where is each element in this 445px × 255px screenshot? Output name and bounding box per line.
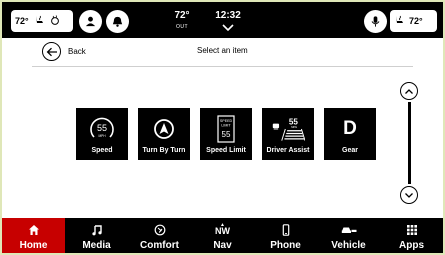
back-button[interactable]: Back	[42, 42, 86, 61]
nav-label: Home	[19, 240, 48, 251]
tile-speed-limit[interactable]: SPEED LIMIT 55 Speed Limit	[200, 108, 252, 160]
music-note-icon	[91, 223, 103, 236]
clock[interactable]: 12:32	[210, 10, 246, 21]
scroll-up-button[interactable]	[400, 82, 418, 100]
voice-command-button[interactable]	[364, 10, 387, 33]
heated-seat-passenger-icon	[394, 15, 405, 27]
nav-vehicle[interactable]: Vehicle	[317, 218, 380, 253]
tile-driver-assist[interactable]: 55 MPH Driver Assist	[262, 108, 314, 160]
nav-home[interactable]: Home	[2, 218, 65, 253]
status-bar: 72° 72° OUT 12:32 72°	[2, 2, 443, 38]
microphone-icon	[371, 16, 380, 27]
heated-steering-icon	[50, 15, 61, 27]
bell-icon	[112, 16, 123, 27]
nav-comfort[interactable]: Comfort	[128, 218, 191, 253]
speed-limit-sign-icon: SPEED LIMIT 55	[209, 113, 243, 145]
assist-value: 55	[289, 118, 298, 127]
nav-apps[interactable]: Apps	[380, 218, 443, 253]
vehicle-icon	[341, 223, 357, 236]
outside-temperature: 72° OUT	[167, 11, 197, 32]
comfort-icon	[154, 223, 166, 236]
nav-media[interactable]: Media	[65, 218, 128, 253]
nav-label: Media	[82, 240, 111, 251]
chevron-down-icon[interactable]	[221, 24, 235, 32]
back-arrow-icon	[42, 42, 61, 61]
passenger-climate-control[interactable]: 72°	[390, 10, 437, 32]
heated-seat-icon	[34, 15, 45, 27]
sign-mid: LIMIT	[221, 124, 231, 128]
nav-label: Phone	[270, 240, 301, 251]
nav-label: Nav	[213, 240, 232, 251]
assist-unit: MPH	[291, 125, 297, 129]
speedometer-icon: 55 MPH	[85, 113, 119, 145]
driver-assist-icon: 55 MPH	[271, 113, 305, 145]
nav-phone[interactable]: Phone	[254, 218, 317, 253]
chevron-down-icon	[405, 192, 413, 198]
sign-top: SPEED	[220, 119, 233, 123]
main-content: Back Select an item 55 MPH Speed Turn By…	[2, 38, 443, 218]
nav-label: Comfort	[140, 240, 179, 251]
item-tiles: 55 MPH Speed Turn By Turn SPEED LIMIT 55…	[76, 108, 376, 160]
tile-speed[interactable]: 55 MPH Speed	[76, 108, 128, 160]
driver-temp: 72°	[15, 16, 29, 26]
outside-temp-label: OUT	[175, 24, 189, 30]
gear-value: D	[343, 118, 357, 139]
passenger-temp: 72°	[409, 16, 423, 26]
header-divider	[32, 66, 413, 67]
outside-temp-value: 72°	[174, 10, 190, 21]
nav-label: Vehicle	[331, 240, 366, 251]
speed-unit: MPH	[98, 134, 106, 138]
navigation-arrow-icon	[147, 113, 181, 145]
phone-icon	[280, 223, 292, 236]
nav-nav[interactable]: ▲ NW Nav	[191, 218, 254, 253]
tile-label: Turn By Turn	[142, 147, 186, 154]
notifications-button[interactable]	[106, 10, 129, 33]
chevron-up-icon	[405, 88, 413, 94]
home-icon	[28, 223, 40, 236]
driver-profile-icon	[85, 16, 96, 27]
bottom-nav: Home Media Comfort ▲ NW Nav Phone Vehicl…	[2, 218, 443, 253]
tile-label: Driver Assist	[266, 147, 310, 154]
driver-climate-control[interactable]: 72°	[11, 10, 73, 32]
apps-grid-icon	[406, 223, 418, 236]
back-label: Back	[68, 47, 86, 56]
tile-turn-by-turn[interactable]: Turn By Turn	[138, 108, 190, 160]
driver-profile-button[interactable]	[79, 10, 102, 33]
sign-value: 55	[222, 130, 231, 139]
tile-label: Gear	[342, 147, 358, 154]
tile-label: Speed	[91, 147, 113, 154]
nav-label: Apps	[399, 240, 424, 251]
tile-label: Speed Limit	[206, 147, 246, 154]
speed-value: 55	[97, 123, 107, 133]
scrollbar[interactable]	[407, 102, 411, 184]
infotainment-screen: 72° 72° OUT 12:32 72° Back Select an ite…	[0, 0, 445, 255]
tile-gear[interactable]: D Gear	[324, 108, 376, 160]
nav-direction: NW	[215, 226, 230, 236]
scroll-down-button[interactable]	[400, 186, 418, 204]
gear-indicator-icon: D	[333, 113, 367, 145]
compass-icon: ▲ NW	[215, 222, 230, 236]
page-title: Select an item	[197, 46, 248, 55]
